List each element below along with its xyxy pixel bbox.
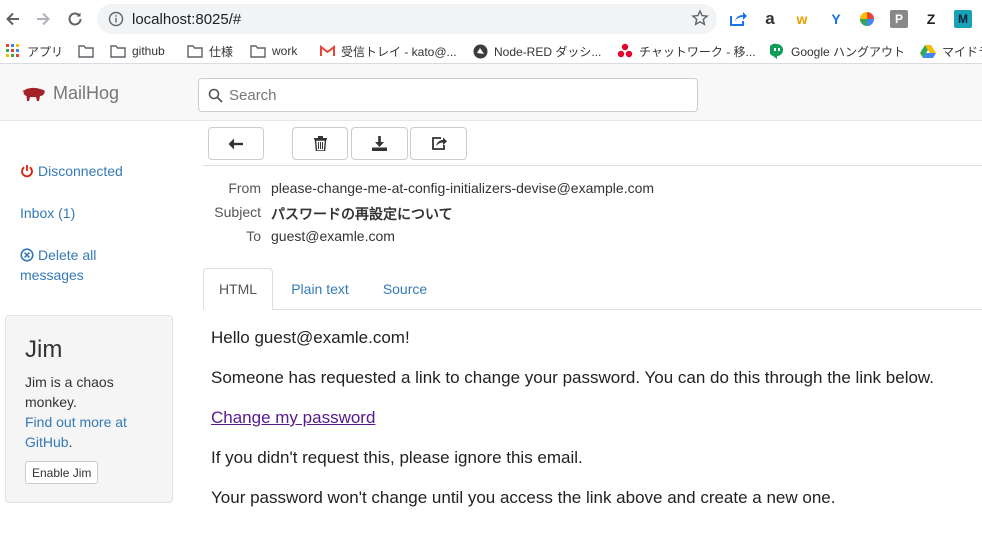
delete-message-button[interactable]	[292, 127, 348, 160]
z-icon[interactable]: Z	[922, 10, 940, 28]
body-paragraph-3: Your password won't change until you acc…	[211, 488, 836, 507]
back-button[interactable]	[1, 7, 25, 31]
body-paragraph-2: If you didn't request this, please ignor…	[211, 448, 583, 467]
bookmarks-bar: アプリ github 仕様 work 受信トレイ - kato@... Node…	[0, 38, 982, 64]
p-icon[interactable]: P	[890, 10, 908, 28]
amazon-icon[interactable]: a	[761, 9, 779, 28]
sidebar-item-inbox[interactable]: Inbox (1)	[20, 203, 75, 223]
folder-icon	[110, 44, 126, 58]
change-password-link[interactable]: Change my password	[211, 408, 375, 427]
folder-icon	[78, 44, 94, 58]
jim-desc-line1: Jim is a chaos	[25, 374, 114, 390]
jim-title: Jim	[25, 336, 63, 363]
hangouts-icon	[769, 43, 785, 59]
bookmark-label: アプリ	[27, 44, 64, 59]
brand-name: MailHog	[53, 83, 120, 103]
bookmark-label: Node-RED ダッシ...	[494, 44, 602, 59]
download-icon	[372, 136, 387, 151]
search-input[interactable]	[229, 85, 689, 105]
delete-all-messages-link[interactable]: Delete all messages	[20, 245, 96, 285]
jim-period: .	[68, 434, 73, 450]
from-value: please-change-me-at-config-initializers-…	[271, 180, 655, 196]
body-paragraph-1: Someone has requested a link to change y…	[211, 368, 934, 387]
enable-jim-button[interactable]: Enable Jim	[25, 461, 99, 484]
bookmark-hangouts[interactable]: Google ハングアウト	[769, 42, 905, 60]
subject-label: Subject	[214, 204, 261, 220]
jim-description: Jim is a chaos monkey. Find out more at G…	[25, 372, 165, 452]
remove-circle-icon	[20, 248, 34, 262]
to-value: guest@examle.com	[271, 228, 395, 244]
jim-desc-line2: monkey.	[25, 394, 77, 410]
search-icon	[208, 88, 223, 108]
node-red-icon	[472, 44, 488, 58]
download-button[interactable]	[351, 127, 408, 160]
bookmark-label: Google ハングアウト	[791, 44, 906, 59]
search-box[interactable]	[198, 78, 698, 112]
bookmark-apps[interactable]: アプリ	[5, 42, 63, 60]
site-info-icon[interactable]	[108, 11, 124, 32]
release-icon	[431, 137, 447, 150]
to-label: To	[246, 228, 261, 244]
bookmark-label: マイドラ	[942, 44, 982, 59]
status-label: Disconnected	[38, 163, 123, 179]
from-label: From	[228, 180, 261, 196]
app-navbar: MailHog	[0, 64, 982, 121]
hog-logo-icon	[22, 87, 45, 101]
bookmark-star-icon[interactable]	[691, 9, 709, 32]
delete-all-label-cont: messages	[20, 267, 84, 283]
release-button[interactable]	[410, 127, 467, 160]
back-to-inbox-button[interactable]	[208, 127, 264, 160]
bookmark-label: 受信トレイ - kato@...	[341, 44, 457, 59]
share-icon[interactable]	[729, 10, 747, 28]
bookmark-label: work	[272, 44, 298, 58]
bookmark-label: チャットワーク - 移...	[639, 44, 756, 59]
power-icon	[21, 165, 33, 178]
browser-toolbar: localhost:8025/# a w Y P Z M	[0, 0, 982, 38]
delete-all-label: Delete all	[38, 247, 97, 263]
bookmark-label: github	[132, 44, 165, 58]
bookmark-folder[interactable]	[78, 42, 100, 60]
body-greeting: Hello guest@examle.com!	[211, 328, 410, 347]
tab-html[interactable]: HTML	[203, 268, 273, 310]
reload-icon	[68, 12, 82, 26]
back-arrow-icon	[228, 138, 243, 149]
bookmark-chatwork[interactable]: チャットワーク - 移...	[617, 42, 756, 60]
tab-plain-text[interactable]: Plain text	[279, 268, 361, 310]
bookmark-spec[interactable]: 仕様	[187, 42, 233, 60]
bookmark-gmail[interactable]: 受信トレイ - kato@...	[319, 42, 457, 60]
bookmark-drive[interactable]: マイドラ	[920, 42, 982, 60]
bookmark-github[interactable]: github	[110, 42, 165, 60]
url-text: localhost:8025/#	[132, 11, 242, 28]
y-icon[interactable]: Y	[827, 10, 845, 28]
bookmark-work[interactable]: work	[250, 42, 297, 60]
m-icon[interactable]: M	[954, 10, 972, 28]
address-bar[interactable]: localhost:8025/#	[97, 4, 717, 34]
jim-github-link[interactable]: GitHub	[25, 434, 69, 450]
w-icon[interactable]: w	[793, 10, 811, 28]
forward-button[interactable]	[31, 7, 55, 31]
google-drive-icon	[920, 44, 936, 58]
subject-value: パスワードの再設定について	[271, 206, 453, 222]
bookmark-node-red[interactable]: Node-RED ダッシ...	[472, 42, 601, 60]
brand-link[interactable]: MailHog	[21, 83, 119, 104]
tab-source[interactable]: Source	[371, 268, 439, 310]
toolbar-divider	[203, 165, 982, 166]
trash-icon	[313, 136, 327, 151]
bookmark-label: 仕様	[209, 44, 234, 59]
body-link-line: Change my password	[211, 408, 375, 428]
gmail-icon	[319, 44, 335, 58]
forward-arrow-icon	[37, 12, 50, 26]
folder-icon	[250, 44, 266, 58]
folder-icon	[187, 44, 203, 58]
apps-grid-icon	[5, 44, 21, 58]
back-arrow-icon	[6, 12, 19, 26]
color-wheel-icon[interactable]	[858, 10, 876, 28]
jim-link-line1[interactable]: Find out more at	[25, 414, 127, 430]
jim-panel: Jim Jim is a chaos monkey. Find out more…	[5, 315, 173, 503]
reload-button[interactable]	[63, 7, 87, 31]
connection-status[interactable]: Disconnected	[20, 161, 123, 181]
chatwork-icon	[617, 43, 633, 58]
